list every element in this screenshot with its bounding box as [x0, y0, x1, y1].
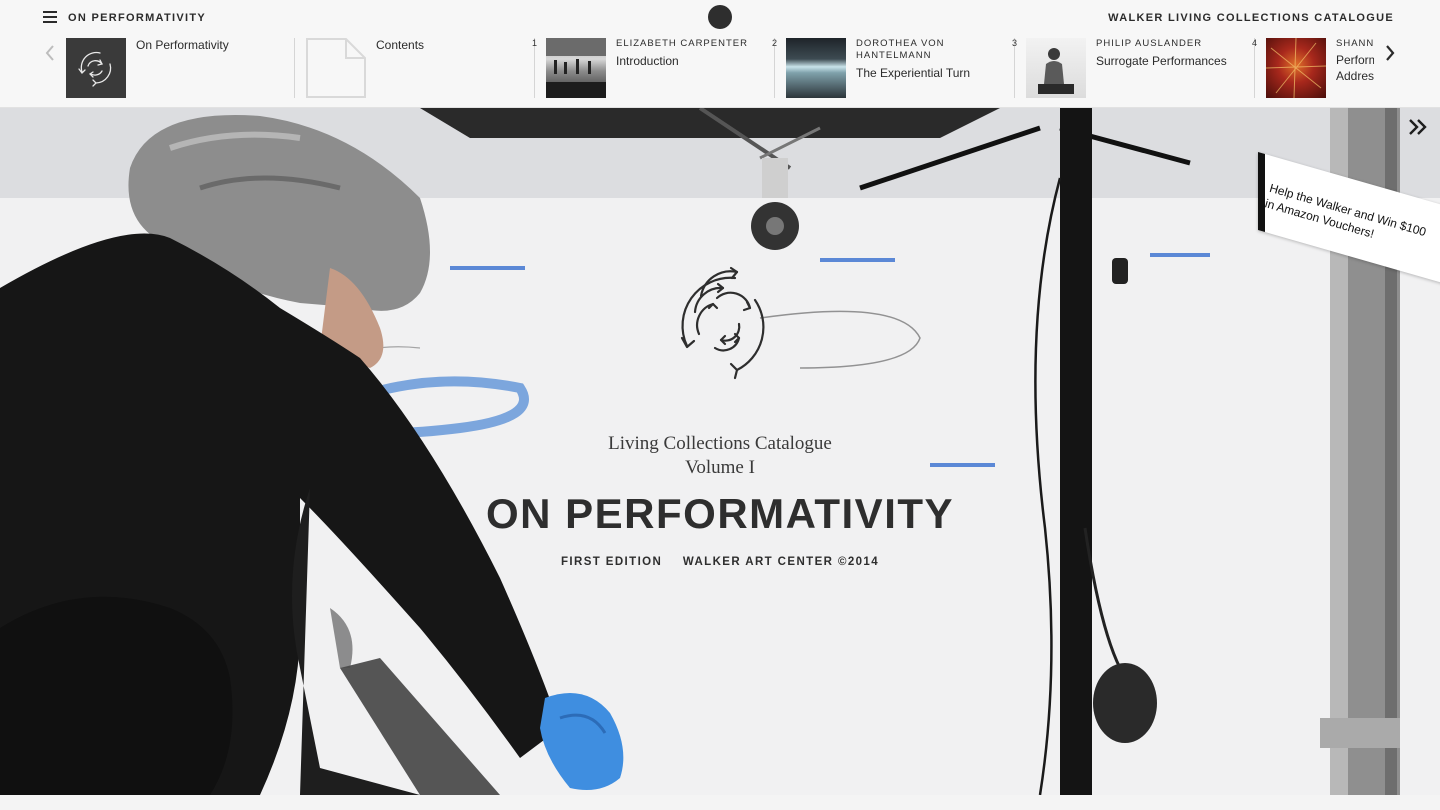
double-chevron-right-icon[interactable]: [1406, 116, 1430, 138]
label-line: Perform: [1336, 53, 1374, 67]
site-title[interactable]: ON PERFORMATIVITY: [68, 12, 206, 24]
red-sculpture-thumbnail: [1266, 38, 1326, 98]
performer-thumbnail: [1026, 38, 1086, 98]
toc-item-label: Perform Addres: [1336, 52, 1374, 84]
edition-label: FIRST EDITION: [560, 556, 663, 568]
subtitle-line: Volume I: [685, 457, 755, 478]
toc-item-label: Surrogate Performances: [1096, 54, 1227, 68]
author-name: DOROTHEA VON HANTELMANN: [856, 38, 945, 61]
document-icon: [306, 38, 366, 98]
page-bottom: [0, 795, 1440, 810]
subtitle: Living Collections Catalogue Volume I: [420, 432, 1020, 480]
chapter-number: 4: [1252, 38, 1258, 48]
menu-icon[interactable]: [43, 11, 57, 23]
horizon-thumbnail: [786, 38, 846, 98]
author-name: SHANNON: [1336, 38, 1374, 49]
toc-item-label: The Experiential Turn: [856, 66, 971, 80]
publisher-label: WALKER ART CENTER ©2014: [682, 556, 880, 568]
toc-item-the-experiential-turn[interactable]: 2 DOROTHEA VON HANTELMANN The Experienti…: [772, 38, 1026, 98]
toc-item-chapter-4[interactable]: 4 SHANNON Perform Addres: [1252, 38, 1374, 98]
toc-item-surrogate-performances[interactable]: 3 PHILIP AUSLANDER Surrogate Performance…: [1012, 38, 1266, 98]
cover-title-block: Living Collections Catalogue Volume I ON…: [420, 258, 1020, 568]
page-title: ON PERFORMATIVITY: [485, 490, 955, 537]
edition-line: FIRST EDITION WALKER ART CENTER ©2014: [420, 556, 1020, 568]
cycle-arrows-logo: [680, 266, 765, 380]
label-line: Addres: [1336, 69, 1374, 83]
chapter-number: 1: [532, 38, 538, 48]
toc-item-contents[interactable]: Contents: [306, 38, 546, 98]
author-name: ELIZABETH CARPENTER: [616, 38, 748, 49]
table-of-contents-strip: On Performativity Contents 1 ELIZABETH C…: [66, 38, 1374, 100]
author-name: PHILIP AUSLANDER: [1096, 38, 1203, 49]
hero-section: Living Collections Catalogue Volume I ON…: [0, 108, 1440, 795]
bw-performance-thumbnail: [546, 38, 606, 98]
progress-indicator[interactable]: [708, 5, 732, 29]
top-bar: ON PERFORMATIVITY WALKER LIVING COLLECTI…: [0, 0, 1440, 108]
toc-item-introduction[interactable]: 1 ELIZABETH CARPENTER Introduction: [532, 38, 786, 98]
chapter-number: 3: [1012, 38, 1018, 48]
divider: [294, 38, 295, 98]
chevron-right-icon[interactable]: [1382, 42, 1398, 64]
catalogue-title[interactable]: WALKER LIVING COLLECTIONS CATALOGUE: [1108, 12, 1394, 24]
toc-item-label: Contents: [376, 38, 425, 52]
logo-thumbnail: [66, 38, 126, 98]
toc-item-label: On Performativity: [136, 38, 229, 52]
toc-item-label: Introduction: [616, 54, 679, 68]
chevron-left-icon[interactable]: [42, 42, 58, 64]
toc-item-on-performativity[interactable]: On Performativity: [66, 38, 306, 98]
subtitle-line: Living Collections Catalogue: [608, 433, 832, 454]
chapter-number: 2: [772, 38, 778, 48]
